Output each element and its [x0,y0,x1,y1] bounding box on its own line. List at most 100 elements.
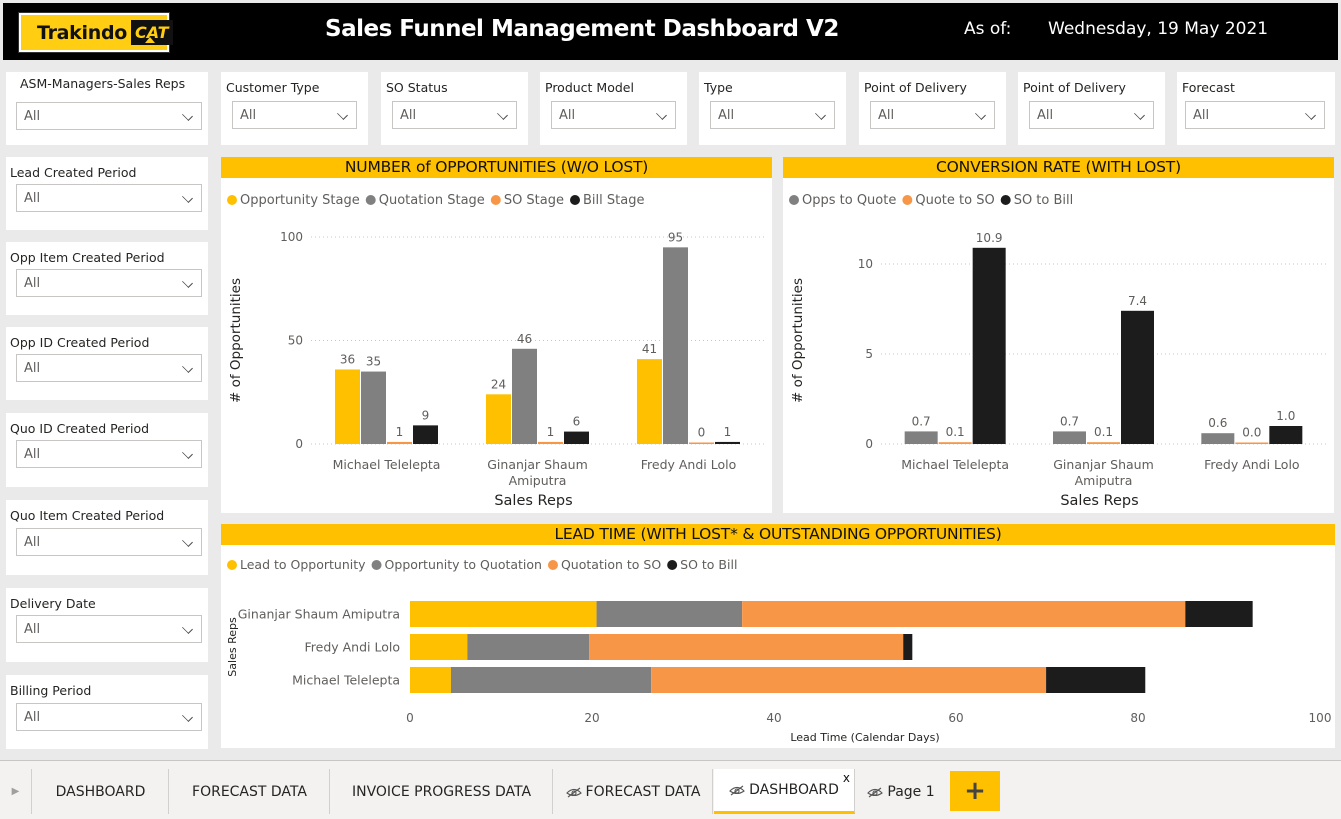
billing-period-dropdown[interactable]: All [16,703,202,731]
y-tick-label: 5 [865,347,873,361]
legend-marker [570,195,580,205]
bar [538,441,563,444]
dropdown-value: All [240,107,257,123]
bar-segment [410,667,451,693]
as-of-date: Wednesday, 19 May 2021 [1048,19,1269,39]
bar-segment [742,601,1186,627]
x-tick-label: Fredy Andi Lolo [1204,457,1300,472]
opp-item-created-period-dropdown[interactable]: All [16,269,202,297]
slicer-label: Product Model [545,80,634,95]
x-tick-label: Michael Telelepta [333,457,441,472]
chart-title: LEAD TIME (WITH LOST* & OUTSTANDING OPPO… [221,524,1335,545]
bar [663,247,688,444]
tab-invoice-progress-data[interactable]: INVOICE PROGRESS DATA [331,769,553,814]
chevron-down-icon [815,109,826,120]
legend-label: SO Stage [504,193,564,208]
tab-forecast-data-hidden[interactable]: FORECAST DATA [554,769,713,814]
quo-item-created-period-dropdown[interactable]: All [16,528,202,556]
bar-segment [596,601,743,627]
chevron-down-icon [182,192,193,203]
bar-segment [1046,667,1146,693]
conversion-rate-chart: Opps to Quote Quote to SO SO to Bill 0 5 10 0.… [789,193,1326,509]
slicer-customer-type: Customer Type All [221,72,368,145]
tab-forecast-data[interactable]: FORECAST DATA [170,769,330,814]
legend-marker [902,195,913,205]
tab-dashboard-hidden-active[interactable]: DASHBOARD x [714,769,855,814]
slicer-asm-managers-sales-reps: ASM-Managers-Sales Reps All [6,72,208,145]
y-tick-label: 0 [295,437,303,451]
dropdown-value: All [400,107,417,123]
chevron-down-icon [337,109,348,120]
data-label: 41 [642,342,657,356]
data-label: 7.4 [1128,294,1147,308]
delivery-date-dropdown[interactable]: All [16,615,202,643]
point-of-delivery-dropdown[interactable]: All [870,101,995,129]
bar [1235,442,1269,444]
x-tick-label: Ginanjar Shaum [1053,457,1154,472]
bar-segment [589,634,904,660]
x-axis-title: Sales Reps [494,493,572,509]
data-label: 1 [547,425,555,439]
product-model-dropdown[interactable]: All [551,101,676,129]
legend-label: Opportunity Stage [240,193,360,208]
scroll-left-icon[interactable]: ▶ [0,769,32,814]
data-label: 0.7 [912,414,931,428]
slicer-point-of-delivery: Point of Delivery All [859,72,1006,145]
chevron-down-icon [182,110,193,121]
chevron-down-icon [182,536,193,547]
legend-label: SO to Bill [680,557,737,572]
bar [1269,426,1303,444]
data-label: 10.9 [976,231,1003,245]
legend-marker [227,560,237,570]
point-of-delivery-2-dropdown[interactable]: All [1029,101,1154,129]
bar [904,431,938,444]
slicer-label: Forecast [1182,80,1235,95]
chart-opportunities-panel: NUMBER of OPPORTUNITIES (W/O LOST) Oppor… [221,157,772,513]
type-dropdown[interactable]: All [710,101,835,129]
so-status-dropdown[interactable]: All [392,101,517,129]
x-axis-title: Sales Reps [1060,493,1138,509]
asm-managers-sales-reps-dropdown[interactable]: All [16,102,202,130]
tab-label: FORECAST DATA [585,783,701,800]
forecast-dropdown[interactable]: All [1185,101,1325,129]
tab-page-1[interactable]: Page 1 [856,769,946,814]
chevron-down-icon [1134,109,1145,120]
x-tick-label: Michael Telelepta [901,457,1009,472]
slicer-label: Opp Item Created Period [10,250,165,265]
customer-type-dropdown[interactable]: All [232,101,357,129]
legend-label: Opps to Quote [802,193,896,208]
chevron-down-icon [182,448,193,459]
x-tick-label: 80 [1130,711,1145,725]
legend-marker [547,560,558,570]
tab-label: DASHBOARD [55,783,146,800]
quo-id-created-period-dropdown[interactable]: All [16,440,202,468]
logo-cat-mark: CAT [131,20,173,45]
data-label: 36 [340,352,355,366]
page-tab-bar: ▶ DASHBOARD FORECAST DATA INVOICE PROGRE… [0,760,1341,819]
chevron-down-icon [182,277,193,288]
y-tick-label: 10 [858,257,873,271]
slicer-lead-created-period: Lead Created Period All [6,157,208,230]
data-label: 1 [724,425,732,439]
slicer-label: Lead Created Period [10,165,137,180]
x-axis-title: Lead Time (Calendar Days) [790,731,939,744]
x-tick-label: 40 [766,711,781,725]
dropdown-value: All [1193,107,1210,123]
legend-label: Quotation to SO [561,557,661,572]
lead-created-period-dropdown[interactable]: All [16,184,202,212]
opp-id-created-period-dropdown[interactable]: All [16,354,202,382]
bar [564,431,589,444]
chart-lead-time-panel: LEAD TIME (WITH LOST* & OUTSTANDING OPPO… [221,524,1335,748]
tab-dashboard[interactable]: DASHBOARD [33,769,169,814]
x-tick-label: Amiputra [509,473,567,488]
bar [1087,442,1120,444]
slicer-label: Type [704,80,733,95]
legend-label: Opportunity to Quotation [385,557,542,572]
add-page-button[interactable]: + [950,771,1000,811]
data-label: 0.7 [1060,414,1079,428]
chevron-down-icon [656,109,667,120]
data-label: 95 [668,230,683,244]
close-icon[interactable]: x [843,771,850,785]
y-axis-title: Sales Reps [226,617,239,677]
chevron-down-icon [975,109,986,120]
